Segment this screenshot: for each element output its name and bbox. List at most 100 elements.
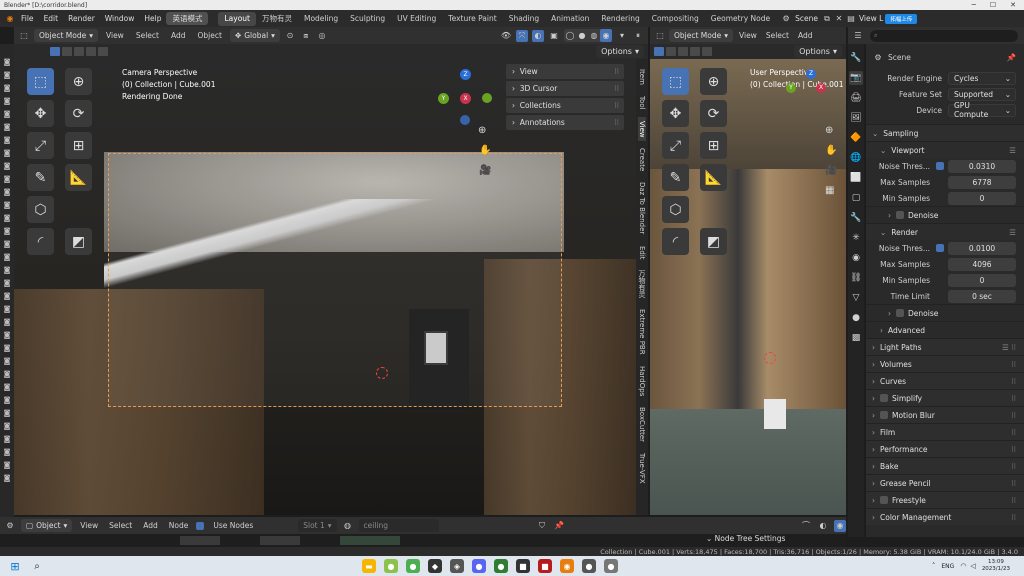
camera-icon[interactable]: ◙ bbox=[4, 305, 11, 313]
viewport-noise-checkbox[interactable] bbox=[936, 162, 944, 170]
app-icon[interactable]: ◈ bbox=[449, 559, 464, 573]
object-mode-dropdown[interactable]: Object Mode ▾ bbox=[669, 29, 734, 42]
menu-add[interactable]: Add bbox=[140, 521, 161, 530]
transform-orientation-dropdown[interactable]: ✥ Global ▾ bbox=[229, 29, 280, 42]
cursor-tool[interactable]: ⊕ bbox=[700, 68, 727, 95]
camera-icon[interactable]: ◙ bbox=[4, 214, 11, 222]
zoom-icon[interactable]: ⊕ bbox=[825, 125, 833, 136]
drag-handle-icon[interactable]: ⁝⁝ bbox=[1011, 513, 1024, 522]
view-layer-icon[interactable]: 🖼 bbox=[849, 111, 863, 125]
node-editor-area[interactable]: ⌄ Node Tree Settings bbox=[0, 534, 846, 547]
close-icon[interactable]: ✕ bbox=[1010, 1, 1016, 9]
list-icon[interactable]: ☰ ⁝⁝ bbox=[1002, 343, 1024, 352]
material-shading-icon[interactable]: ◍ bbox=[588, 31, 600, 40]
tab-wanwu[interactable]: 万物有灵 bbox=[256, 12, 298, 26]
particles-icon[interactable]: ✳ bbox=[849, 231, 863, 245]
drag-handle-icon[interactable]: ⁝⁝ bbox=[1011, 462, 1024, 471]
freestyle-checkbox[interactable] bbox=[880, 496, 888, 504]
left-3d-viewport[interactable]: Camera Perspective (0) Collection | Cube… bbox=[14, 59, 636, 515]
render-min-samples-field[interactable]: 0 bbox=[948, 273, 1016, 287]
menu-node[interactable]: Node bbox=[166, 521, 192, 530]
right-3d-viewport[interactable]: User Perspective (0) Collection | Cube.0… bbox=[650, 59, 846, 515]
texture-icon[interactable]: ▩ bbox=[849, 331, 863, 345]
viewport-max-samples-field[interactable]: 6778 bbox=[948, 175, 1016, 189]
drag-handle-icon[interactable]: ⁝⁝ bbox=[1011, 411, 1024, 420]
tab-geometry-nodes[interactable]: Geometry Node bbox=[705, 12, 776, 26]
gizmo-x-axis[interactable]: X bbox=[460, 93, 471, 104]
select-subtract-icon[interactable] bbox=[678, 47, 688, 56]
gizmo-z-axis[interactable]: Z bbox=[460, 69, 471, 80]
npanel-annotations[interactable]: › Annotations ⁝⁝ bbox=[506, 115, 624, 130]
english-mode-button[interactable]: 英语模式 bbox=[166, 12, 209, 25]
rotate-tool[interactable]: ⟳ bbox=[700, 100, 727, 127]
viewport-noise-field[interactable]: 0.0310 bbox=[948, 159, 1016, 173]
xray-icon[interactable]: ▣ bbox=[548, 30, 560, 42]
panel-volumes[interactable]: › Volumes ⁝⁝ bbox=[866, 355, 1024, 372]
move-tool[interactable]: ✥ bbox=[27, 100, 54, 127]
shading-dropdown-icon[interactable]: ▾ bbox=[616, 30, 628, 42]
panel-light-paths[interactable]: › Light Paths ☰ ⁝⁝ bbox=[866, 338, 1024, 355]
npanel-collections[interactable]: › Collections ⁝⁝ bbox=[506, 98, 624, 113]
camera-icon[interactable]: ◙ bbox=[4, 435, 11, 443]
camera-icon[interactable]: ◙ bbox=[4, 162, 11, 170]
maximize-icon[interactable]: ☐ bbox=[990, 1, 996, 9]
extra-tool-1[interactable]: ◜ bbox=[27, 228, 54, 255]
menu-select[interactable]: Select bbox=[132, 31, 163, 40]
snap-icon[interactable]: ⌒ bbox=[800, 520, 812, 532]
tab-sculpting[interactable]: Sculpting bbox=[344, 12, 391, 26]
render-subpanel-header[interactable]: ⌄ Render ☰ bbox=[866, 223, 1024, 240]
list-icon[interactable]: ☰ bbox=[1009, 228, 1024, 237]
tool-settings-icon[interactable]: 🔧 bbox=[849, 51, 863, 65]
camera-icon[interactable]: ◙ bbox=[4, 175, 11, 183]
volume-icon[interactable]: ◁ bbox=[970, 562, 975, 570]
physics-icon[interactable]: ◉ bbox=[849, 251, 863, 265]
annotate-tool[interactable]: ✎ bbox=[662, 164, 689, 191]
file-explorer-icon[interactable]: ▬ bbox=[361, 559, 376, 573]
scale-tool[interactable]: ⤢ bbox=[662, 132, 689, 159]
select-box-tool[interactable]: ⬚ bbox=[27, 68, 54, 95]
extra-tool-2[interactable]: ◩ bbox=[700, 228, 727, 255]
tab-true-vfx[interactable]: True-VFX bbox=[638, 449, 646, 488]
gizmo-y-axis[interactable]: Y bbox=[786, 83, 796, 93]
camera-icon[interactable]: ◙ bbox=[4, 110, 11, 118]
gizmo-neg-z[interactable] bbox=[460, 115, 470, 125]
menu-select[interactable]: Select bbox=[763, 31, 792, 40]
annotate-tool[interactable]: ✎ bbox=[27, 164, 54, 191]
panel-simplify[interactable]: › Simplify ⁝⁝ bbox=[866, 389, 1024, 406]
menu-object[interactable]: Object bbox=[194, 31, 226, 40]
tab-animation[interactable]: Animation bbox=[545, 12, 595, 26]
view-layer-name[interactable]: View L bbox=[857, 10, 885, 27]
panel-freestyle[interactable]: › Freestyle ⁝⁝ bbox=[866, 491, 1024, 508]
windows-start-icon[interactable]: ⊞ bbox=[8, 559, 22, 573]
material-sphere-icon[interactable]: ◍ bbox=[342, 520, 354, 532]
panel-motion-blur[interactable]: › Motion Blur ⁝⁝ bbox=[866, 406, 1024, 423]
tab-layout[interactable]: Layout bbox=[218, 11, 256, 26]
tab-view[interactable]: View bbox=[638, 116, 646, 142]
drag-handle-icon[interactable]: ⁝⁝ bbox=[1011, 445, 1024, 454]
rendered-shading-icon[interactable]: ◉ bbox=[600, 29, 612, 42]
list-icon[interactable]: ☰ bbox=[1009, 146, 1024, 155]
camera-icon[interactable]: ◙ bbox=[4, 474, 11, 482]
render-denoise-checkbox[interactable] bbox=[896, 309, 904, 317]
camera-icon[interactable]: ◙ bbox=[4, 331, 11, 339]
tab-tool[interactable]: Tool bbox=[638, 92, 646, 114]
blender-icon[interactable]: ◉ bbox=[559, 559, 574, 573]
sampling-panel-header[interactable]: ⌄ Sampling bbox=[866, 124, 1024, 141]
app-icon[interactable]: ■ bbox=[537, 559, 552, 573]
menu-view[interactable]: View bbox=[102, 31, 128, 40]
constraints-icon[interactable]: ⛓ bbox=[849, 271, 863, 285]
select-invert-icon[interactable] bbox=[690, 47, 700, 56]
tab-texture-paint[interactable]: Texture Paint bbox=[442, 12, 502, 26]
properties-search-field[interactable]: ⌕ bbox=[870, 29, 1018, 42]
options-dropdown[interactable]: Options ▾ bbox=[794, 45, 842, 58]
tab-extreme-pbr[interactable]: Extreme PBR bbox=[638, 305, 646, 359]
pin-icon[interactable]: 📌 bbox=[1007, 53, 1016, 62]
visibility-icon[interactable]: 👁 bbox=[500, 30, 512, 42]
panel-color-management[interactable]: › Color Management ⁝⁝ bbox=[866, 508, 1024, 525]
camera-icon[interactable]: ◙ bbox=[4, 188, 11, 196]
camera-icon[interactable]: ◙ bbox=[4, 149, 11, 157]
advanced-subpanel-header[interactable]: › Advanced bbox=[866, 321, 1024, 338]
app-icon[interactable]: ■ bbox=[515, 559, 530, 573]
rotate-tool[interactable]: ⟳ bbox=[65, 100, 92, 127]
navigation-gizmo[interactable]: Z Y X bbox=[786, 67, 842, 123]
